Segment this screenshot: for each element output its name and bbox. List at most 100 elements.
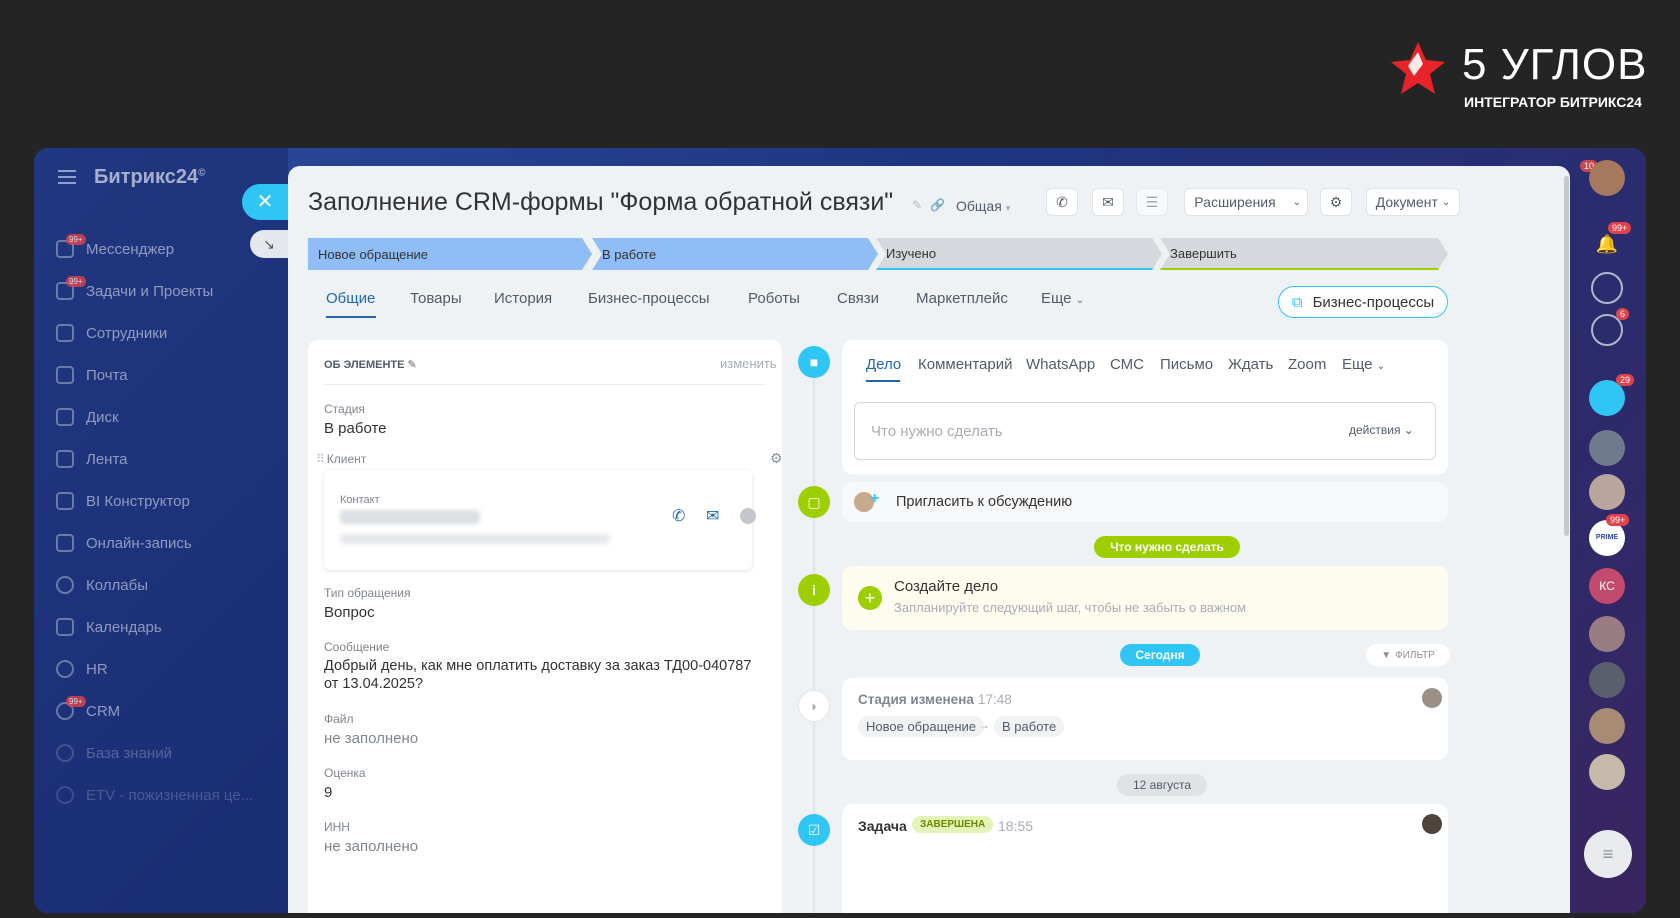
crm-icon: 99+ [56,696,86,720]
task-author-avatar[interactable] [1422,814,1442,834]
tl-tab-whatsapp[interactable]: WhatsApp [1026,356,1095,373]
stage-new[interactable]: Новое обращение [308,238,592,270]
todo-pill: Что нужно сделать [1094,536,1240,558]
sidebar-item-disk[interactable]: Диск [56,402,276,432]
sidebar-item-feed[interactable]: Лента [56,444,276,474]
filter-icon: ▼ [1381,649,1392,661]
stage-studied[interactable]: Изучено [876,238,1162,270]
contact-avatar-5[interactable] [1589,708,1625,744]
create-activity-card[interactable]: + Создайте дело Запланируйте следующий ш… [842,566,1448,630]
sidebar-item-crm[interactable]: 99+ CRM [56,696,276,726]
openai-icon[interactable] [1591,272,1623,304]
bizproc-button[interactable]: ⧉ Бизнес-процессы [1278,286,1448,318]
activity-icon: ■ [798,346,830,378]
contact-email-icon[interactable]: ✉ [706,506,719,526]
task-card: Задача ЗАВЕРШЕНА 18:55 [842,804,1448,913]
open-chat-menu-icon[interactable]: ≡ [1584,830,1632,878]
tl-tab-activity[interactable]: Дело [866,356,901,373]
divider [324,384,766,385]
sidebar-item-hr[interactable]: HR [56,654,276,684]
contact-label: Контакт [340,494,380,506]
email-button[interactable]: ✉ [1092,188,1124,216]
extensions-button[interactable]: Расширения ⌄ [1184,188,1308,216]
collapse-slider-button[interactable]: ↘ [250,230,288,258]
bitrix-screen: Битрикс24© 99+ Мессенджер 99+ Задачи и Про… [34,148,1646,913]
invite-card[interactable]: + Пригласить к обсуждению [842,482,1448,522]
add-icon[interactable]: + [858,586,882,610]
employees-icon [56,324,74,342]
sidebar-item-messenger[interactable]: 99+ Мессенджер [56,234,276,264]
scrollbar[interactable] [1564,176,1569,536]
sidebar-item-collabs[interactable]: Коллабы [56,570,276,600]
file-label: Файл [324,712,354,726]
activity-editor: Дело Комментарий WhatsApp СМС Письмо Жда… [842,340,1448,474]
settings-button[interactable]: ⚙ [1320,188,1352,216]
sidebar-item-mail[interactable]: Почта [56,360,276,390]
tab-more[interactable]: Еще ⌄ [1041,290,1084,307]
tab-general[interactable]: Общие [326,290,375,307]
sidebar-item-booking[interactable]: Онлайн-запись [56,528,276,558]
tl-tab-sms[interactable]: СМС [1110,356,1144,373]
prime-badge: 99+ [1606,514,1630,526]
drag-handle-icon[interactable]: ⠿ [316,452,325,466]
sidebar-item-tasks[interactable]: 99+ Задачи и Проекты [56,276,276,306]
tl-tab-letter[interactable]: Письмо [1160,356,1213,373]
filter-button[interactable]: ▼ ФИЛЬТР [1366,644,1450,666]
inn-value: не заполнено [324,838,419,855]
app-title[interactable]: Битрикс24© [94,166,205,189]
tab-relations[interactable]: Связи [837,290,879,307]
stage-changed-title: Стадия изменена [858,692,974,707]
copy-link-icon[interactable]: 🔗 [930,198,945,212]
contact-phone-icon[interactable]: ✆ [672,506,685,526]
contact-avatar-6[interactable] [1589,754,1625,790]
client-label: ⠿ Клиент [316,452,367,466]
tl-tab-wait[interactable]: Ждать [1228,356,1273,373]
pencil-icon[interactable]: ✎ [408,359,417,371]
cursor-hand-icon: ☝ [778,460,782,485]
sidebar-item-calendar[interactable]: Календарь [56,612,276,642]
sidebar-item-knowledge[interactable]: База знаний [56,738,276,768]
tab-history[interactable]: История [494,290,552,307]
edit-title-icon[interactable]: ✎ [912,198,922,212]
tl-tab-comment[interactable]: Комментарий [918,356,1012,373]
sidebar-item-etv[interactable]: ETV - пожизненная це... [56,780,276,810]
contact-chat-icon[interactable] [740,508,756,524]
stage-label: Стадия [324,402,365,416]
chat-badge: 29 [1616,374,1635,386]
active-tl-tab-indicator [866,380,900,382]
mail-icon [56,366,74,384]
tab-marketplace[interactable]: Маркетплейс [916,290,1008,307]
type-label: Тип обращения [324,586,411,600]
tl-tab-more[interactable]: Еще ⌄ [1342,356,1385,373]
call-button[interactable]: ✆ [1046,188,1078,216]
close-slider-button[interactable]: ✕ [242,184,288,220]
file-value: не заполнено [324,730,419,747]
tab-robots[interactable]: Роботы [748,290,800,307]
todo-input[interactable]: Что нужно сделать действия ⌄ [854,402,1436,460]
contact-avatar-2[interactable] [1589,474,1625,510]
stage-in-progress[interactable]: В работе [592,238,878,270]
contact-avatar-1[interactable] [1589,430,1625,466]
stage-change-card: Стадия изменена 17:48 Новое обращение → … [842,678,1448,760]
author-avatar[interactable] [1422,688,1442,708]
tab-bizproc[interactable]: Бизнес-процессы [588,290,710,307]
tl-tab-zoom[interactable]: Zoom [1288,356,1326,373]
sidebar-item-bi[interactable]: BI Конструктор [56,486,276,516]
contact-avatar-3[interactable] [1589,616,1625,652]
document-button[interactable]: Документ ⌄ [1366,188,1460,216]
menu-icon[interactable] [58,170,76,184]
sidebar-item-employees[interactable]: Сотрудники [56,318,276,348]
comment-icon: ▢ [798,486,830,518]
actions-dropdown[interactable]: действия ⌄ [1349,423,1414,437]
ks-avatar[interactable]: КС [1589,568,1625,604]
user-avatar[interactable] [1589,160,1625,196]
edit-link[interactable]: изменить [720,356,777,371]
section-title: ОБ ЭЛЕМЕНТЕ ✎ [324,359,417,371]
contact-avatar-4[interactable] [1589,662,1625,698]
tab-products[interactable]: Товары [410,290,462,307]
category-selector[interactable]: Общая ▾ [956,198,1010,214]
stage-finish[interactable]: Завершить [1160,238,1448,270]
stage-from: Новое обращение [858,716,985,737]
chat-button[interactable]: ☰ [1136,188,1168,216]
contact-name-blurred[interactable] [340,510,480,524]
